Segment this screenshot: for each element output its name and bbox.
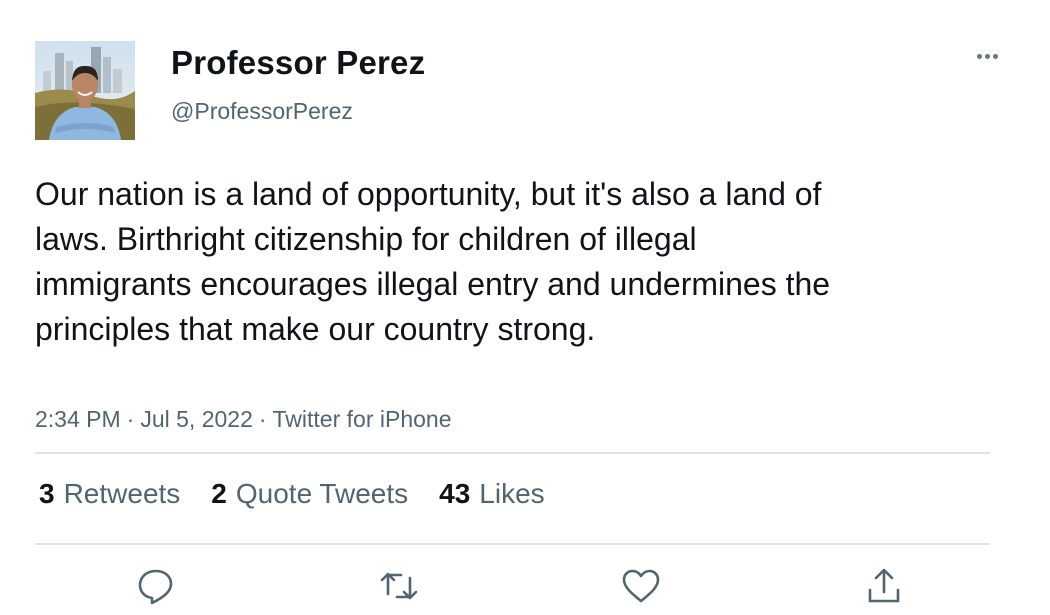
- retweets-stat[interactable]: 3 Retweets: [39, 478, 180, 510]
- quote-tweets-label: Quote Tweets: [235, 478, 409, 509]
- tweet-date[interactable]: Jul 5, 2022: [140, 406, 253, 432]
- retweets-label: Retweets: [63, 478, 181, 509]
- quote-tweets-stat[interactable]: 2 Quote Tweets: [211, 478, 408, 510]
- quote-tweets-count: 2: [211, 478, 227, 509]
- likes-count: 43: [439, 478, 471, 509]
- tweet-stats: 3 Retweets 2 Quote Tweets 43 Likes: [39, 478, 545, 510]
- reply-icon[interactable]: [136, 566, 176, 606]
- likes-stat[interactable]: 43 Likes: [439, 478, 545, 510]
- tweet-card: Professor Perez @ProfessorPerez Our nati…: [0, 0, 1050, 615]
- divider: [35, 543, 990, 545]
- tweet-metadata: 2:34 PM · Jul 5, 2022 · Twitter for iPhone: [35, 406, 452, 433]
- retweet-icon[interactable]: [379, 566, 419, 606]
- tweet-text: Our nation is a land of opportunity, but…: [35, 176, 831, 347]
- likes-label: Likes: [479, 478, 545, 509]
- avatar[interactable]: [35, 41, 135, 140]
- divider: [35, 452, 990, 454]
- meta-separator: ·: [126, 406, 135, 432]
- share-icon[interactable]: [864, 566, 904, 606]
- tweet-actions-bar: [0, 560, 1050, 610]
- author-handle[interactable]: @ProfessorPerez: [171, 98, 353, 125]
- like-icon[interactable]: [621, 566, 661, 606]
- meta-separator: ·: [258, 406, 267, 432]
- tweet-source[interactable]: Twitter for iPhone: [273, 406, 452, 432]
- author-display-name[interactable]: Professor Perez: [171, 44, 425, 82]
- tweet-time[interactable]: 2:34 PM: [35, 406, 121, 432]
- more-options-icon[interactable]: [970, 46, 1006, 66]
- retweets-count: 3: [39, 478, 55, 509]
- avatar-photo: [35, 41, 135, 140]
